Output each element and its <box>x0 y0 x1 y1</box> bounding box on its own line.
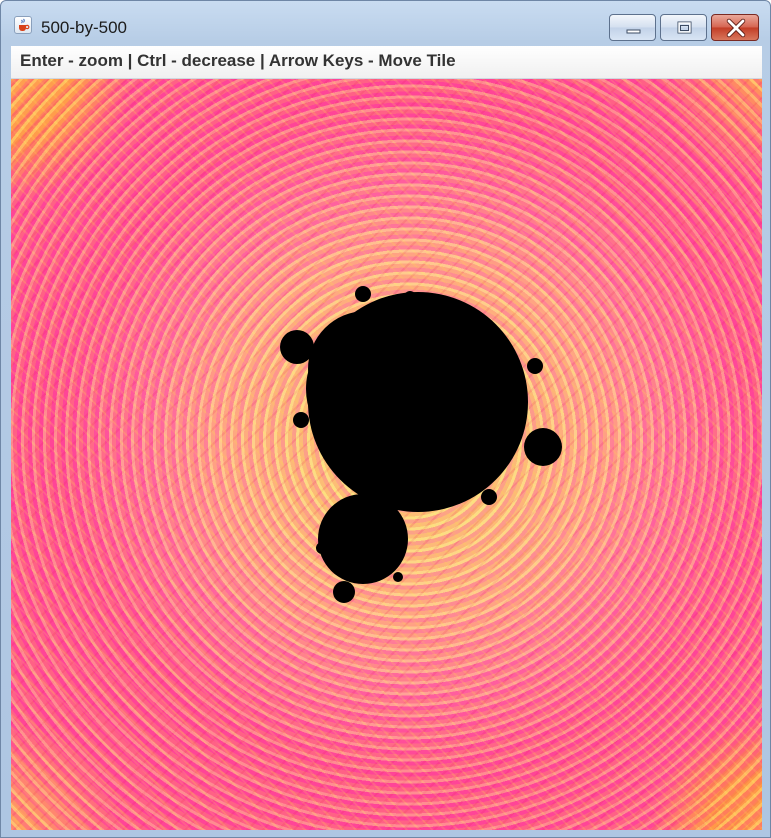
key-hint-label: Enter - zoom | Ctrl - decrease | Arrow K… <box>20 51 456 70</box>
close-button[interactable] <box>711 14 759 41</box>
title-bar[interactable]: 500-by-500 <box>1 1 770 45</box>
window-title: 500-by-500 <box>41 18 128 37</box>
minimize-icon <box>626 29 641 34</box>
key-hint-bar: Enter - zoom | Ctrl - decrease | Arrow K… <box>11 46 762 79</box>
mandelbrot-set-shape <box>280 286 562 603</box>
minimize-button[interactable] <box>609 14 656 41</box>
maximize-button[interactable] <box>660 14 707 41</box>
fractal-canvas[interactable] <box>11 79 762 830</box>
application-window: 500-by-500 Enter - zoom | Ctrl - decreas… <box>0 0 771 838</box>
java-cup-icon <box>14 16 32 34</box>
close-icon <box>726 18 746 38</box>
maximize-icon <box>677 21 692 34</box>
